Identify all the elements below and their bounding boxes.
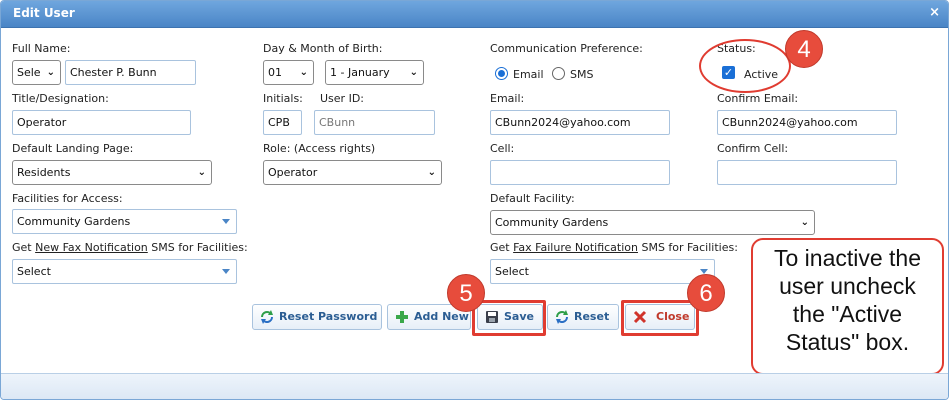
comm-pref-label: Communication Preference: [490,42,643,55]
refresh-icon [556,310,568,324]
fax-fail-label-post: SMS for Facilities: [637,241,738,254]
user-id-input[interactable]: CBunn [314,110,435,135]
role-value: Operator [268,166,318,179]
email-radio-label: Email [513,68,544,81]
full-name-label: Full Name: [12,42,71,55]
dialog-title: Edit User [13,6,75,20]
dob-day-value: 01 [268,66,282,79]
cell-input[interactable] [490,160,670,185]
fax-notif-value: Select [17,265,51,278]
name-prefix-value: Sele [17,66,41,79]
title-label: Title/Designation: [12,92,109,105]
dropdown-arrow-icon [222,269,230,274]
confirm-email-label: Confirm Email: [717,92,799,105]
fax-notif-label-link[interactable]: New Fax Notification [35,241,148,254]
landing-page-value: Residents [17,166,71,179]
dialog-titlebar[interactable]: Edit User × [1,1,948,28]
note-line: To inactive the [773,245,922,271]
note-line: Status" box. [785,329,910,355]
landing-page-select[interactable]: Residents ⌄ [12,160,212,185]
user-id-label: User ID: [320,92,364,105]
chevron-down-icon: ⌄ [409,67,418,78]
email-label: Email: [490,92,525,105]
refresh-icon [261,310,273,324]
step-5-marker: 5 [447,274,485,312]
dropdown-arrow-icon [222,219,230,224]
name-prefix-select[interactable]: Sele ⌄ [12,60,61,85]
sms-radio-label: SMS [570,68,594,81]
step-6-marker: 6 [687,274,725,312]
note-line: the "Active [792,301,903,327]
fax-notif-label-post: SMS for Facilities: [147,241,248,254]
close-highlight [621,300,699,336]
confirm-email-input[interactable]: CBunn2024@yahoo.com [717,110,897,135]
facilities-access-label: Facilities for Access: [12,192,123,205]
initials-label: Initials: [263,92,303,105]
chevron-down-icon: ⌄ [46,67,55,78]
landing-page-label: Default Landing Page: [12,142,134,155]
default-facility-label: Default Facility: [490,192,575,205]
confirm-cell-label: Confirm Cell: [717,142,789,155]
status-highlight [699,39,791,93]
save-highlight [472,300,546,336]
reset-button[interactable]: Reset [547,304,619,330]
step-4-marker: 4 [785,30,823,68]
title-input[interactable]: Operator [12,110,191,135]
fax-fail-combo[interactable]: Select [490,259,715,284]
fax-fail-value: Select [495,265,529,278]
dob-day-select[interactable]: 01 ⌄ [263,60,314,85]
dob-month-value: 1 - January [330,66,390,79]
default-facility-value: Community Gardens [495,216,609,229]
role-select[interactable]: Operator ⌄ [263,160,442,185]
note-line: user uncheck [779,273,916,299]
facilities-access-value: Community Gardens [17,215,131,228]
dob-month-select[interactable]: 1 - January ⌄ [325,60,424,85]
edit-user-dialog: Edit User × Full Name: Sele ⌄ Chester P.… [0,0,949,400]
fax-fail-label-pre: Get [490,241,514,254]
sms-radio[interactable] [552,67,565,80]
chevron-down-icon: ⌄ [197,167,206,178]
chevron-down-icon: ⌄ [427,167,436,178]
facilities-access-combo[interactable]: Community Gardens [12,209,237,234]
fax-notif-label-pre: Get [12,241,36,254]
close-icon[interactable]: × [929,5,940,20]
plus-icon [396,311,408,323]
default-facility-select[interactable]: Community Gardens ⌄ [490,210,815,235]
role-label: Role: (Access rights) [263,142,376,155]
email-input[interactable]: CBunn2024@yahoo.com [490,110,670,135]
dialog-footer [1,373,948,399]
instruction-note: To inactive the user uncheck the "Active… [751,238,944,375]
reset-password-label: Reset Password [279,310,378,323]
chevron-down-icon: ⌄ [800,217,809,228]
cell-label: Cell: [490,142,515,155]
full-name-input[interactable]: Chester P. Bunn [65,60,196,85]
reset-label: Reset [574,310,610,323]
email-radio[interactable] [495,67,508,80]
dob-label: Day & Month of Birth: [263,42,383,55]
add-new-label: Add New [414,310,469,323]
confirm-cell-input[interactable] [717,160,897,185]
fax-notif-label: Get New Fax Notification SMS for Facilit… [12,241,248,254]
fax-fail-label-link[interactable]: Fax Failure Notification [513,241,638,254]
fax-fail-label: Get Fax Failure Notification SMS for Fac… [490,241,738,254]
reset-password-button[interactable]: Reset Password [252,304,382,330]
initials-input[interactable]: CPB [263,110,302,135]
chevron-down-icon: ⌄ [299,67,308,78]
fax-notif-combo[interactable]: Select [12,259,237,284]
